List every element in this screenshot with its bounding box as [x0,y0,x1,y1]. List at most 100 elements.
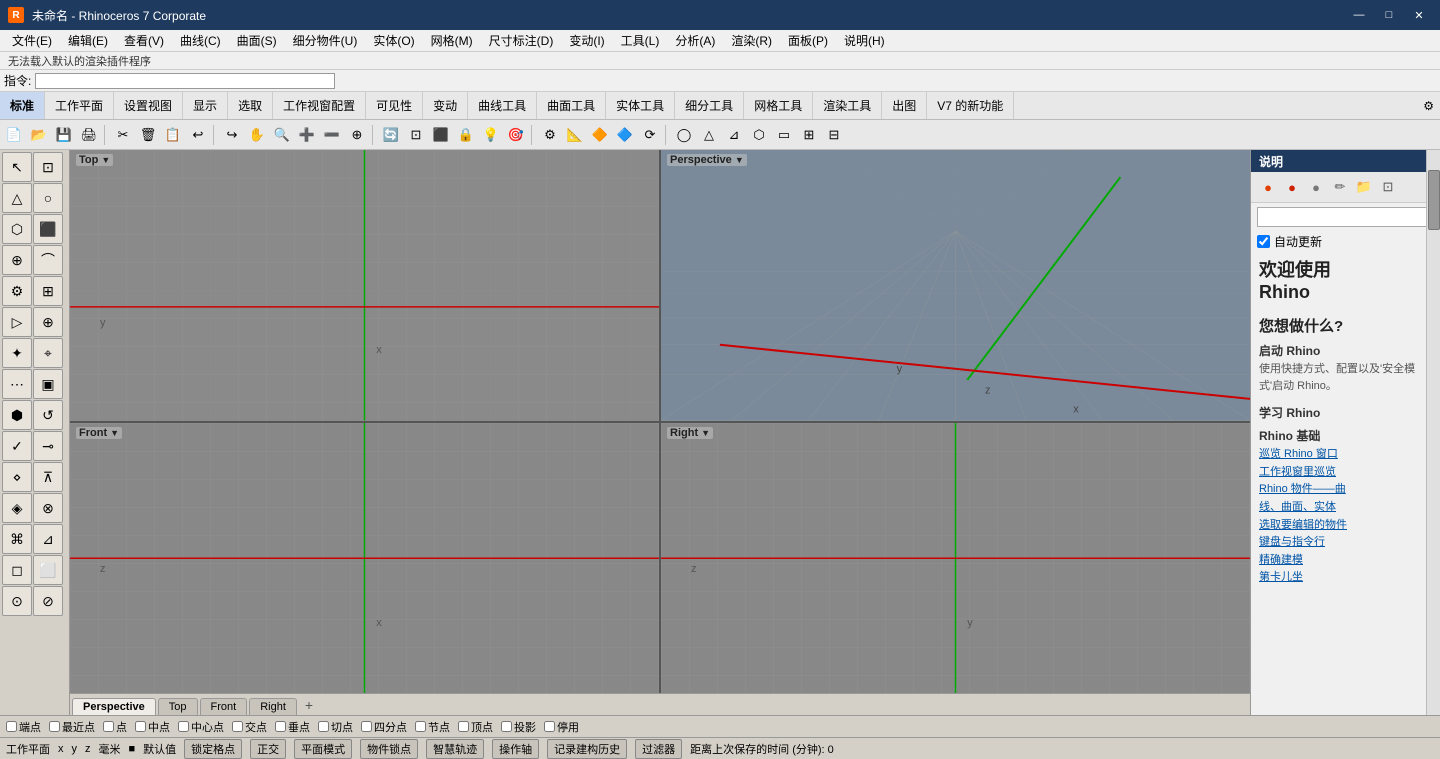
ribbon-tab-标准[interactable]: 标准 [0,92,45,119]
menu-item-I[interactable]: 变动(I) [561,30,612,51]
tool-btn-6[interactable]: ⊕ [2,245,32,275]
tool-btn-29[interactable]: ⊘ [33,586,63,616]
toolbar-icon-11[interactable]: ➕ [295,123,319,147]
menu-item-A[interactable]: 分析(A) [667,30,723,51]
maximize-button[interactable]: □ [1376,5,1402,25]
rp-gray-icon[interactable]: ● [1305,176,1327,198]
snap-label-1[interactable]: 最近点 [62,719,95,735]
snap-label-5[interactable]: 交点 [245,719,267,735]
minimize-button[interactable]: — [1346,5,1372,25]
viewport-perspective-label[interactable]: Perspective ▼ [667,154,747,166]
tool-btn-16[interactable]: ⬢ [2,400,32,430]
snap-label-9[interactable]: 节点 [428,719,450,735]
toolbar-icon-17[interactable]: 🔒 [454,123,478,147]
viewport-tab-add[interactable]: + [299,695,319,715]
toolbar-icon-26[interactable]: △ [697,123,721,147]
tool-btn-2[interactable]: △ [2,183,32,213]
auto-update-label[interactable]: 自动更新 [1274,233,1322,250]
toolbar-icon-3[interactable]: 🖨 [77,123,101,147]
snap-label-10[interactable]: 顶点 [471,719,493,735]
toolbar-icon-31[interactable]: ⊟ [822,123,846,147]
tool-btn-19[interactable]: ⊸ [33,431,63,461]
status-mode-0[interactable]: 锁定格点 [184,739,242,759]
toolbar-icon-12[interactable]: ➖ [320,123,344,147]
viewport-perspective-dropdown[interactable]: ▼ [735,155,744,165]
tool-btn-12[interactable]: ✦ [2,338,32,368]
menu-item-E[interactable]: 文件(E) [4,30,60,51]
toolbar-icon-30[interactable]: ⊞ [797,123,821,147]
snap-label-2[interactable]: 点 [116,719,127,735]
viewport-top-label[interactable]: Top ▼ [76,154,113,166]
snap-checkbox-0[interactable] [6,721,17,732]
toolbar-icon-19[interactable]: 🎯 [504,123,528,147]
ribbon-tab-工作平面[interactable]: 工作平面 [45,92,114,119]
tool-btn-13[interactable]: ⌖ [33,338,63,368]
snap-checkbox-5[interactable] [232,721,243,732]
tool-btn-23[interactable]: ⊗ [33,493,63,523]
snap-checkbox-11[interactable] [501,721,512,732]
toolbar-icon-8[interactable]: ↪ [220,123,244,147]
tool-btn-8[interactable]: ⚙ [2,276,32,306]
status-mode-1[interactable]: 正交 [250,739,286,759]
link-coord[interactable]: 第卡儿坐 [1259,569,1432,587]
tool-btn-9[interactable]: ⊞ [33,276,63,306]
ribbon-tab-设置视图[interactable]: 设置视图 [114,92,183,119]
toolbar-icon-6[interactable]: 📋 [161,123,185,147]
status-mode-2[interactable]: 平面模式 [294,739,352,759]
ribbon-tab-出图[interactable]: 出图 [882,92,927,119]
snap-checkbox-7[interactable] [318,721,329,732]
viewport-perspective[interactable]: Perspective ▼ [661,150,1250,421]
tool-btn-18[interactable]: ✓ [2,431,32,461]
ribbon-tab-选取[interactable]: 选取 [228,92,273,119]
toolbar-icon-27[interactable]: ⊿ [722,123,746,147]
tool-btn-7[interactable]: ⌒ [33,245,63,275]
toolbar-icon-5[interactable]: 🗑 [136,123,160,147]
viewport-tab-perspective[interactable]: Perspective [72,698,156,715]
snap-checkbox-2[interactable] [103,721,114,732]
toolbar-icon-21[interactable]: 📐 [563,123,587,147]
menu-item-C[interactable]: 曲线(C) [172,30,229,51]
link-precision[interactable]: 精确建模 [1259,552,1432,570]
tool-btn-1[interactable]: ⊡ [33,152,63,182]
toolbar-icon-14[interactable]: 🔄 [379,123,403,147]
toolbar-icon-22[interactable]: 🔶 [588,123,612,147]
menu-item-L[interactable]: 工具(L) [613,30,668,51]
viewport-right-dropdown[interactable]: ▼ [701,428,710,438]
toolbar-icon-9[interactable]: ✋ [245,123,269,147]
toolbar-icon-2[interactable]: 💾 [52,123,76,147]
command-input[interactable] [35,73,335,89]
tool-btn-14[interactable]: ⋯ [2,369,32,399]
menu-item-D[interactable]: 尺寸标注(D) [481,30,562,51]
tool-btn-0[interactable]: ↖ [2,152,32,182]
tool-btn-28[interactable]: ⊙ [2,586,32,616]
menu-item-U[interactable]: 细分物件(U) [285,30,366,51]
snap-label-0[interactable]: 端点 [19,719,41,735]
snap-checkbox-9[interactable] [415,721,426,732]
status-mode-7[interactable]: 过滤器 [635,739,682,759]
tool-btn-11[interactable]: ⊕ [33,307,63,337]
link-objects[interactable]: Rhino 物件——曲线、曲面、实体 [1259,481,1432,516]
viewport-tab-right[interactable]: Right [249,698,297,715]
status-mode-6[interactable]: 记录建构历史 [547,739,627,759]
snap-label-3[interactable]: 中点 [148,719,170,735]
ribbon-tab-细分工具[interactable]: 细分工具 [675,92,744,119]
snap-label-11[interactable]: 投影 [514,719,536,735]
snap-checkbox-12[interactable] [544,721,555,732]
toolbar-icon-24[interactable]: ⟳ [638,123,662,147]
viewport-right-label[interactable]: Right ▼ [667,427,713,439]
menu-item-R[interactable]: 渲染(R) [723,30,780,51]
tool-btn-15[interactable]: ▣ [33,369,63,399]
menu-item-M[interactable]: 网格(M) [423,30,481,51]
ribbon-tab-渲染工具[interactable]: 渲染工具 [813,92,882,119]
toolbar-icon-16[interactable]: ⬛ [429,123,453,147]
toolbar-icon-23[interactable]: 🔷 [613,123,637,147]
viewport-tab-top[interactable]: Top [158,698,198,715]
snap-label-6[interactable]: 垂点 [288,719,310,735]
ribbon-tab-曲面工具[interactable]: 曲面工具 [537,92,606,119]
close-button[interactable]: ✕ [1406,5,1432,25]
toolbar-icon-18[interactable]: 💡 [479,123,503,147]
ribbon-settings-icon[interactable]: ⚙ [1417,97,1440,115]
snap-label-7[interactable]: 切点 [331,719,353,735]
rp-folder-icon[interactable]: 📁 [1353,176,1375,198]
rp-color-icon[interactable]: ● [1257,176,1279,198]
